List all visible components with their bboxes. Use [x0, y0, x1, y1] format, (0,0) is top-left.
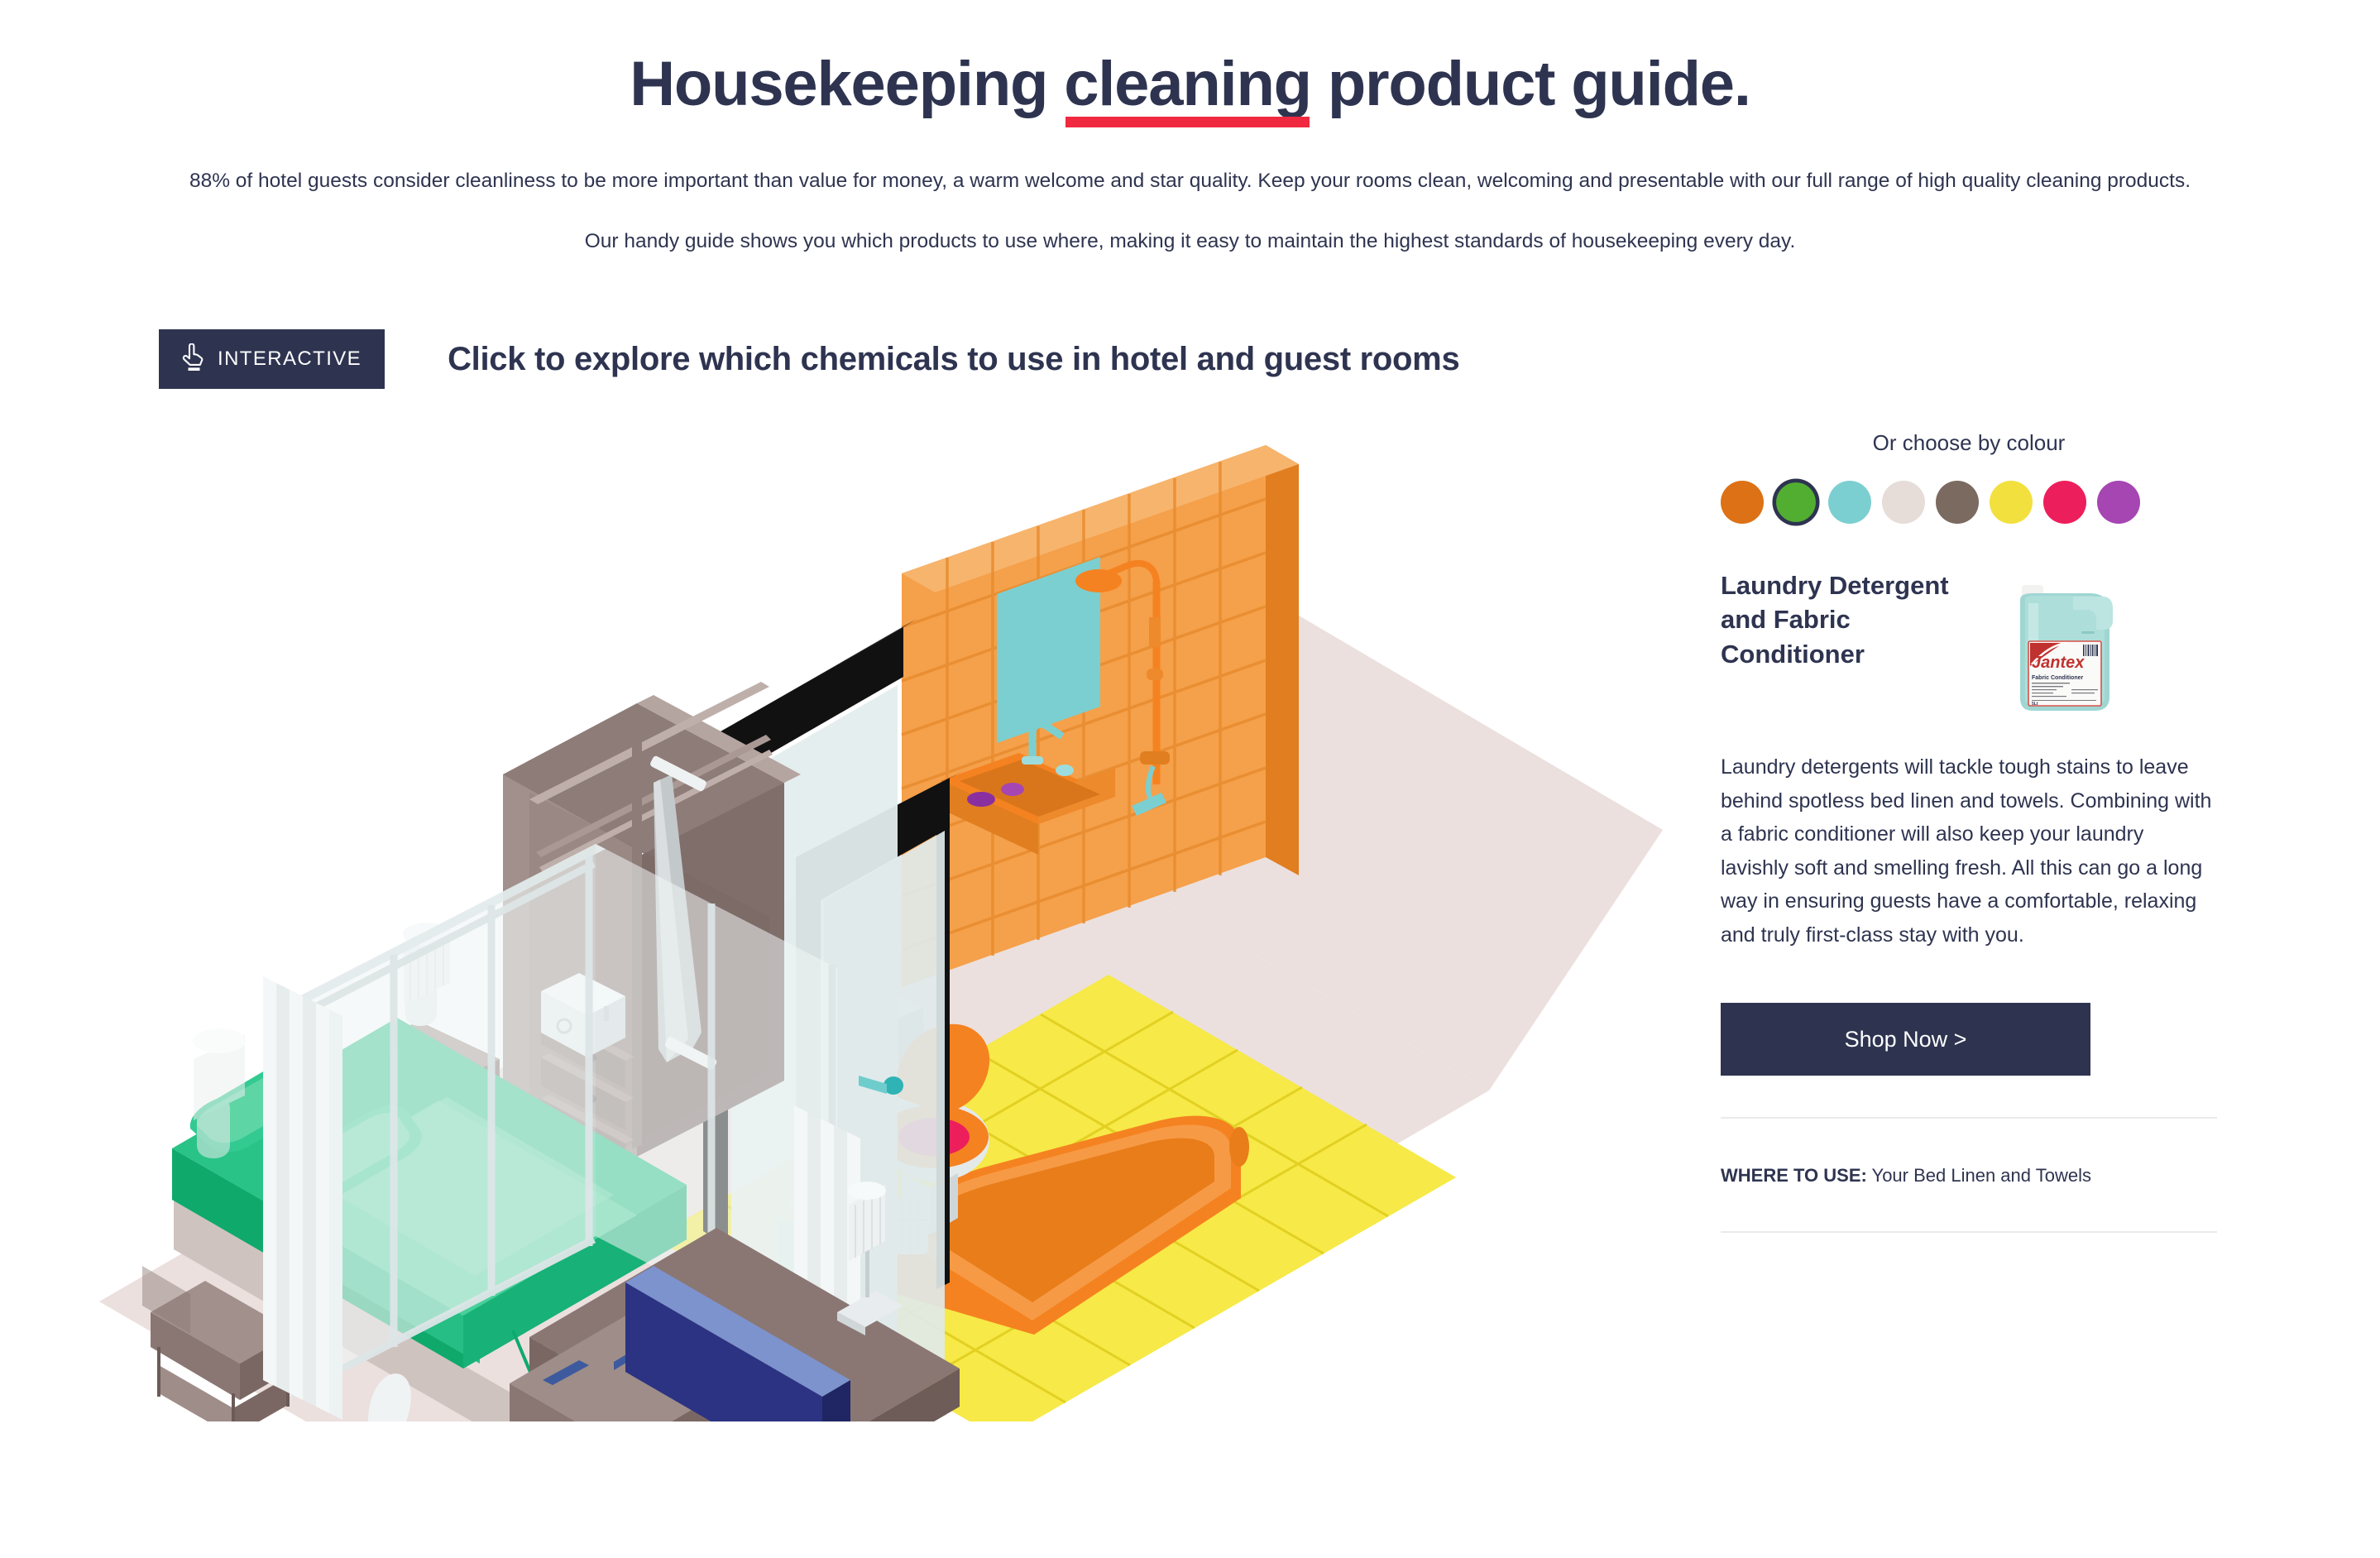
svg-text:Fabric Conditioner: Fabric Conditioner — [2032, 675, 2084, 681]
svg-text:5Lt: 5Lt — [2032, 702, 2038, 707]
main-content: Or choose by colour Laundry Detergent an… — [0, 404, 2380, 1422]
colour-swatch-purple[interactable] — [2097, 481, 2140, 525]
colour-swatch-list — [1721, 481, 2217, 525]
product-sidebar: Or choose by colour Laundry Detergent an… — [1721, 404, 2217, 1421]
svg-text:Jantex: Jantex — [2032, 654, 2085, 672]
page-title-part1: Housekeeping — [630, 49, 1065, 119]
intro-text-block: 88% of hotel guests consider cleanliness… — [140, 165, 2241, 256]
colour-swatch-teal[interactable] — [1828, 481, 1871, 525]
colour-swatch-brown[interactable] — [1936, 481, 1979, 525]
colour-swatch-pink[interactable] — [2043, 481, 2086, 525]
interactive-badge[interactable]: INTERACTIVE — [159, 329, 385, 390]
product-header: Laundry Detergent and Fabric Conditioner — [1721, 568, 2217, 722]
product-description: Laundry detergents will tackle tough sta… — [1721, 755, 2212, 947]
pointing-hand-icon — [180, 343, 204, 376]
shop-now-button[interactable]: Shop Now > — [1721, 1003, 2090, 1076]
intro-paragraph-1: 88% of hotel guests consider cleanliness… — [189, 169, 2191, 192]
sidebar-divider-bottom — [1721, 1231, 2217, 1234]
sidebar-divider-top — [1721, 1117, 2217, 1119]
product-image: Jantex Fabric Conditioner 5Lt — [1992, 573, 2141, 722]
colour-swatch-orange[interactable] — [1721, 481, 1764, 525]
intro-paragraph-2: Our handy guide shows you which products… — [584, 230, 1796, 253]
colour-swatch-yellow[interactable] — [1990, 481, 2033, 525]
choose-by-colour-label: Or choose by colour — [1872, 430, 2066, 456]
bedroom-curtains-left — [263, 976, 342, 1421]
colour-swatch-cream[interactable] — [1882, 481, 1925, 525]
isometric-room-illustration[interactable] — [0, 404, 1663, 1422]
interactive-badge-label: INTERACTIVE — [218, 348, 362, 371]
page-title-highlight: cleaning — [1064, 49, 1312, 127]
where-to-use-label: WHERE TO USE: — [1721, 1165, 1867, 1186]
interactive-cta-row: INTERACTIVE Click to explore which chemi… — [0, 329, 2380, 390]
colour-swatch-green[interactable] — [1776, 482, 1816, 523]
where-to-use-row: WHERE TO USE: Your Bed Linen and Towels — [1721, 1165, 2217, 1186]
where-to-use-value: Your Bed Linen and Towels — [1871, 1165, 2091, 1186]
page-title-part2: product guide. — [1310, 49, 1751, 119]
cta-heading: Click to explore which chemicals to use … — [448, 340, 1460, 377]
page-title: Housekeeping cleaning product guide. — [0, 49, 2380, 127]
product-title: Laundry Detergent and Fabric Conditioner — [1721, 571, 1949, 669]
